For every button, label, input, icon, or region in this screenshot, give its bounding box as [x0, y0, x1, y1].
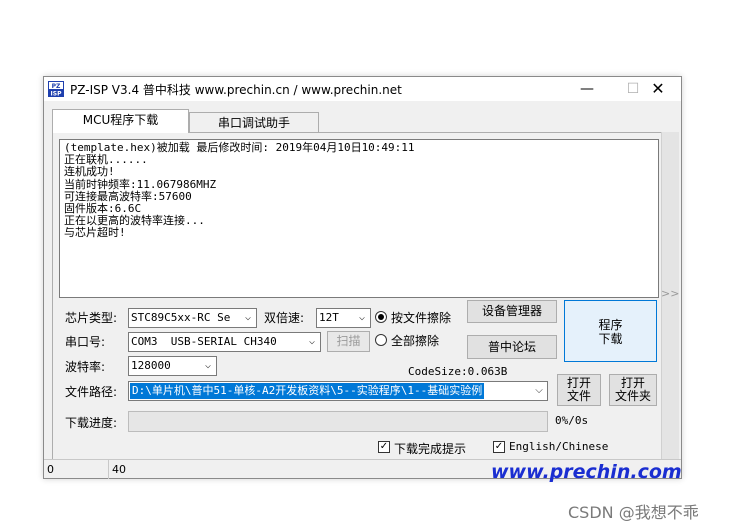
english-chinese-checkbox[interactable]: ✓ — [493, 441, 505, 453]
forum-button[interactable]: 普中论坛 — [467, 335, 557, 359]
english-chinese-label: English/Chinese — [509, 440, 609, 453]
progress-label: 下载进度: — [65, 416, 118, 430]
codesize-text: CodeSize:0.063B — [408, 365, 508, 378]
watermark: CSDN @我想不乖 — [568, 503, 699, 522]
serial-port-value: COM3 USB-SERIAL CH340 — [131, 335, 277, 348]
progress-percent: 0%/0s — [555, 414, 589, 427]
expand-arrow-icon[interactable]: >> — [661, 287, 679, 300]
title-bar[interactable]: PZ ISP PZ-ISP V3.4 普中科技 www.prechin.cn /… — [44, 77, 681, 101]
serial-port-select[interactable]: COM3 USB-SERIAL CH340 ⌵ — [128, 332, 321, 352]
file-path-value: D:\单片机\普中51-单核-A2开发板资料\5--实验程序\1--基础实验例 — [130, 383, 485, 399]
baud-rate-value: 128000 — [131, 359, 171, 372]
download-done-tip-label: 下载完成提示 — [394, 442, 467, 456]
app-window: PZ ISP PZ-ISP V3.4 普中科技 www.prechin.cn /… — [43, 76, 682, 483]
chevron-down-icon: ⌵ — [304, 333, 320, 351]
baud-rate-label: 波特率: — [65, 360, 106, 374]
svg-text:PZ: PZ — [52, 83, 61, 90]
chevron-down-icon: ⌵ — [354, 309, 370, 327]
svg-text:ISP: ISP — [51, 91, 63, 98]
status-bar: 0 40 www.prechin.com — [44, 459, 682, 483]
chip-type-select[interactable]: STC89C5xx-RC Se ⌵ — [128, 308, 257, 328]
erase-all-label: 全部擦除 — [391, 334, 440, 348]
baud-rate-select[interactable]: 128000 ⌵ — [128, 356, 217, 376]
chip-type-label: 芯片类型: — [65, 311, 118, 325]
device-manager-button[interactable]: 设备管理器 — [467, 300, 557, 323]
open-file-button[interactable]: 打开 文件 — [557, 374, 601, 406]
tab-serial-debug[interactable]: 串口调试助手 — [189, 112, 319, 134]
file-path-select[interactable]: D:\单片机\普中51-单核-A2开发板资料\5--实验程序\1--基础实验例 … — [128, 381, 548, 401]
minimize-button[interactable]: — — [564, 77, 610, 101]
status-left: 0 — [47, 463, 54, 476]
status-right: 40 — [112, 463, 126, 476]
open-folder-button[interactable]: 打开 文件夹 — [609, 374, 657, 406]
status-divider — [108, 460, 109, 479]
close-button[interactable]: ✕ — [635, 77, 681, 101]
tab-mcu-download[interactable]: MCU程序下载 — [52, 109, 189, 133]
serial-port-label: 串口号: — [65, 335, 106, 349]
double-speed-select[interactable]: 12T ⌵ — [316, 308, 371, 328]
log-output[interactable]: (template.hex)被加载 最后修改时间: 2019年04月10日10:… — [59, 139, 659, 298]
erase-all-radio[interactable] — [375, 334, 387, 346]
double-speed-label: 双倍速: — [264, 311, 305, 325]
erase-by-file-label: 按文件擦除 — [391, 311, 452, 325]
app-icon: PZ ISP — [48, 81, 64, 97]
chip-type-value: STC89C5xx-RC Se — [131, 311, 231, 324]
chevron-down-icon: ⌵ — [531, 382, 547, 400]
download-progress-bar — [128, 411, 548, 432]
file-path-label: 文件路径: — [65, 385, 118, 399]
window-title: PZ-ISP V3.4 普中科技 www.prechin.cn / www.pr… — [70, 83, 402, 97]
program-download-button[interactable]: 程序 下载 — [564, 300, 657, 362]
scan-button[interactable]: 扫描 — [327, 331, 370, 352]
download-done-tip-checkbox[interactable]: ✓ — [378, 441, 390, 453]
double-speed-value: 12T — [319, 311, 339, 324]
chevron-down-icon: ⌵ — [240, 309, 256, 327]
brand-link[interactable]: www.prechin.com — [491, 461, 682, 483]
chevron-down-icon: ⌵ — [200, 357, 216, 375]
erase-by-file-radio[interactable] — [375, 311, 387, 323]
